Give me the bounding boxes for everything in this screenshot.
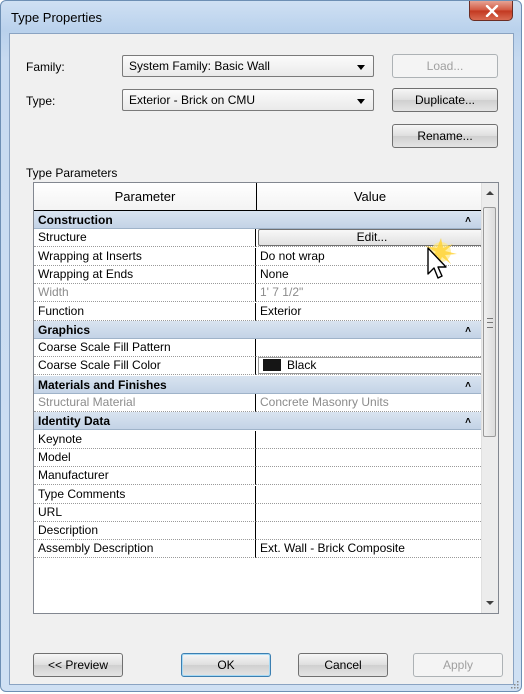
resize-grip-icon[interactable] — [509, 679, 519, 689]
table-row[interactable]: Keynote — [34, 430, 483, 449]
duplicate-button[interactable]: Duplicate... — [392, 88, 498, 112]
collapse-chevron-icon[interactable]: ˄ — [465, 413, 471, 431]
value-cell[interactable]: 1' 7 1/2" — [256, 284, 483, 303]
group-label: Materials and Finishes — [38, 377, 167, 392]
vertical-scrollbar[interactable] — [481, 183, 498, 613]
parameter-cell: Type Comments — [34, 485, 256, 504]
value-cell[interactable]: Concrete Masonry Units — [256, 394, 483, 412]
parameter-cell: Function — [34, 302, 256, 321]
color-swatch — [263, 359, 281, 372]
preview-button[interactable]: << Preview — [33, 653, 123, 677]
value-cell[interactable] — [256, 486, 483, 504]
header-parameter[interactable]: Parameter — [34, 183, 257, 210]
value-cell[interactable] — [256, 504, 483, 522]
family-dropdown[interactable]: System Family: Basic Wall — [122, 55, 374, 77]
grid-header: Parameter Value — [34, 183, 483, 211]
rename-button[interactable]: Rename... — [392, 124, 498, 148]
table-row[interactable]: Structure Edit... — [34, 229, 486, 248]
value-cell[interactable] — [256, 522, 483, 541]
value-cell[interactable]: Ext. Wall - Brick Composite — [256, 540, 483, 559]
cancel-button[interactable]: Cancel — [298, 653, 388, 677]
value-cell[interactable] — [256, 339, 483, 358]
table-row[interactable]: Assembly Description Ext. Wall - Brick Co… — [34, 540, 483, 559]
group-label: Identity Data — [38, 414, 111, 429]
table-row[interactable]: URL — [34, 503, 483, 522]
group-row[interactable]: Materials and Finishes ˄ — [34, 375, 483, 395]
value-cell[interactable] — [256, 467, 483, 486]
grip-icon — [487, 318, 493, 328]
table-row[interactable]: Function Exterior — [34, 302, 483, 321]
ok-button[interactable]: OK — [181, 653, 271, 677]
table-row[interactable]: Wrapping at Inserts Do not wrap — [34, 247, 483, 266]
group-label: Graphics — [38, 322, 91, 337]
value-cell[interactable]: Exterior — [256, 303, 483, 321]
mouse-cursor-icon — [425, 238, 457, 279]
close-icon — [485, 5, 499, 17]
table-row[interactable]: Wrapping at Ends None — [34, 265, 483, 284]
parameter-cell: Wrapping at Ends — [34, 265, 256, 284]
chevron-down-icon — [357, 65, 365, 70]
parameter-cell: Structural Material — [34, 394, 256, 412]
type-dropdown[interactable]: Exterior - Brick on CMU — [122, 89, 374, 111]
group-label: Construction — [38, 213, 113, 227]
scroll-up-icon[interactable] — [486, 191, 494, 195]
scroll-down-icon[interactable] — [486, 601, 494, 605]
type-properties-dialog: Type Properties Family: System Family: B… — [0, 0, 522, 692]
apply-button[interactable]: Apply — [413, 653, 503, 677]
type-value: Exterior - Brick on CMU — [129, 93, 256, 107]
parameter-cell: URL — [34, 503, 256, 522]
type-label: Type: — [26, 94, 56, 108]
table-row[interactable]: Type Comments — [34, 485, 483, 504]
value-cell[interactable] — [256, 449, 483, 467]
parameter-cell: Structure — [34, 229, 256, 248]
group-row[interactable]: Identity Data ˄ — [34, 412, 483, 431]
type-parameters-label: Type Parameters — [26, 166, 118, 180]
header-value[interactable]: Value — [257, 183, 483, 210]
value-cell[interactable] — [256, 431, 483, 449]
dialog-title: Type Properties — [11, 10, 103, 25]
group-row[interactable]: Graphics ˄ — [34, 320, 483, 340]
parameter-cell: Description — [34, 522, 256, 541]
group-row[interactable]: Construction ˄ — [34, 211, 483, 229]
family-value: System Family: Basic Wall — [129, 59, 270, 73]
collapse-chevron-icon[interactable]: ˄ — [465, 322, 471, 340]
table-row[interactable]: Width 1' 7 1/2" — [34, 284, 483, 303]
family-label: Family: — [26, 60, 65, 74]
parameter-cell: Coarse Scale Fill Color — [34, 357, 256, 376]
fill-color-value: Black — [287, 358, 317, 373]
parameter-cell: Wrapping at Inserts — [34, 247, 256, 266]
parameter-cell: Keynote — [34, 430, 256, 449]
collapse-chevron-icon[interactable]: ˄ — [465, 377, 471, 395]
parameter-cell: Coarse Scale Fill Pattern — [34, 339, 256, 358]
value-cell[interactable]: Black — [256, 357, 486, 376]
table-row[interactable]: Model — [34, 448, 483, 467]
close-button[interactable] — [469, 1, 513, 21]
parameter-cell: Width — [34, 284, 256, 303]
title-bar[interactable]: Type Properties — [1, 1, 521, 33]
table-row[interactable]: Coarse Scale Fill Color Black — [34, 357, 486, 376]
chevron-down-icon — [357, 99, 365, 104]
parameter-cell: Manufacturer — [34, 467, 256, 486]
fill-color-button[interactable]: Black — [258, 357, 486, 375]
parameter-cell: Model — [34, 448, 256, 467]
table-row[interactable]: Structural Material Concrete Masonry Unit… — [34, 394, 483, 412]
table-row[interactable]: Description — [34, 522, 483, 541]
load-button[interactable]: Load... — [392, 54, 498, 78]
table-row[interactable]: Coarse Scale Fill Pattern — [34, 339, 483, 358]
scroll-thumb[interactable] — [483, 207, 496, 437]
table-row[interactable]: Manufacturer — [34, 467, 483, 486]
collapse-chevron-icon[interactable]: ˄ — [465, 212, 471, 230]
parameter-cell: Assembly Description — [34, 540, 256, 559]
